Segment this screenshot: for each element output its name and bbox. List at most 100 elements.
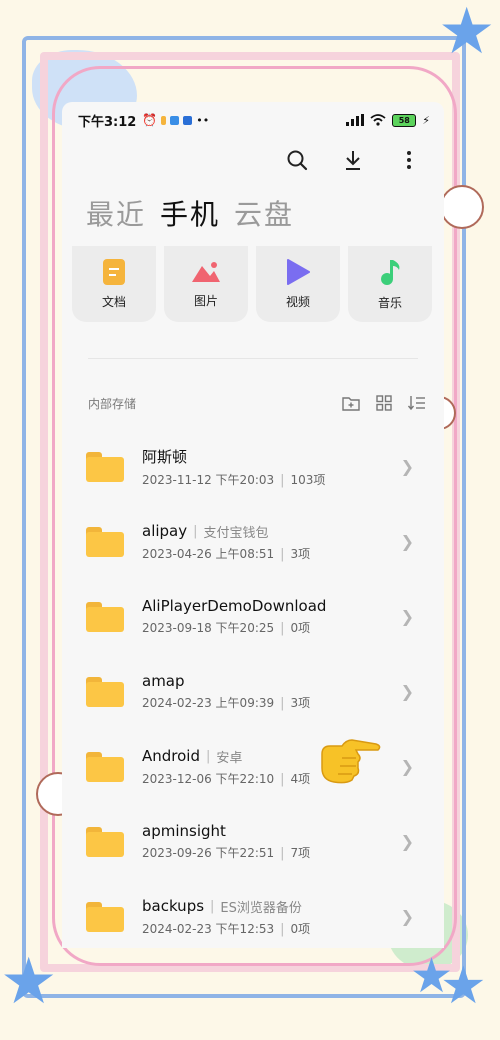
- chevron-right-icon: ❯: [400, 682, 414, 701]
- notification-icon: [170, 115, 180, 125]
- category-grid: 文档 图片 视频 音乐: [62, 246, 444, 322]
- chevron-right-icon: ❯: [400, 757, 414, 776]
- more-notifications-icon: ••: [196, 113, 210, 127]
- storage-section-header: 内部存储: [62, 393, 444, 413]
- chevron-right-icon: ❯: [400, 532, 414, 551]
- signal-icon: [346, 114, 365, 126]
- star-icon: ★: [0, 945, 58, 1019]
- download-icon[interactable]: [340, 147, 366, 173]
- document-icon: [103, 258, 125, 285]
- list-item-text: 阿斯顿 2023-11-12 下午20:03 | 103项: [142, 446, 325, 488]
- tab-cloud[interactable]: 云盘: [234, 193, 294, 233]
- folder-alias: 安卓: [216, 750, 243, 766]
- folder-icon: [86, 526, 124, 557]
- folder-name-line: apminsight: [142, 822, 310, 840]
- top-toolbar: [62, 138, 444, 182]
- divider: [88, 358, 418, 359]
- folder-name: backups: [142, 897, 205, 915]
- star-icon: ★: [438, 0, 496, 69]
- notification-icon: [161, 115, 167, 125]
- folder-name-line: 阿斯顿: [142, 446, 325, 467]
- folder-name: AliPlayerDemoDownload: [142, 597, 327, 615]
- wifi-icon: [370, 114, 386, 126]
- folder-date: 2023-04-26 上午08:51: [142, 546, 275, 561]
- folder-name: alipay: [142, 522, 188, 540]
- category-documents[interactable]: 文档: [72, 246, 156, 322]
- category-videos[interactable]: 视频: [256, 246, 340, 322]
- folder-icon: [86, 601, 124, 632]
- folder-icon: [86, 451, 124, 482]
- main-tabs: 最近 手机 云盘: [62, 182, 444, 238]
- more-icon[interactable]: [396, 147, 422, 173]
- category-music[interactable]: 音乐: [348, 246, 432, 322]
- folder-name: 阿斯顿: [142, 447, 188, 466]
- list-item[interactable]: AliPlayerDemoDownload 2023-09-18 下午20:25…: [62, 579, 444, 654]
- section-title: 内部存储: [88, 396, 137, 411]
- folder-name: Android: [142, 747, 200, 765]
- folder-meta: 2023-09-26 下午22:51 | 7项: [142, 846, 311, 861]
- notification-icons: ⏰ ••: [142, 113, 209, 127]
- folder-count: 103项: [290, 472, 326, 487]
- folder-icon: [86, 676, 124, 707]
- category-images[interactable]: 图片: [164, 246, 248, 322]
- chevron-right-icon: ❯: [400, 907, 414, 926]
- folder-alias: ES浏览器备份: [220, 900, 302, 916]
- folder-meta: 2023-11-12 下午20:03 | 103项: [142, 472, 326, 488]
- status-indicators: 58 ⚡: [346, 113, 430, 127]
- star-icon: ★: [440, 956, 487, 1016]
- chevron-right-icon: ❯: [400, 457, 414, 476]
- list-item-text: alipay | 支付宝钱包 2023-04-26 上午08:51 | 3项: [142, 522, 310, 562]
- folder-name-line: backups | ES浏览器备份: [142, 897, 302, 916]
- battery-indicator: 58: [392, 113, 417, 127]
- notification-icon: [183, 115, 193, 125]
- music-icon: [381, 259, 400, 285]
- folder-icon: [86, 751, 124, 782]
- list-item-text: amap 2024-02-23 上午09:39 | 3项: [142, 672, 310, 711]
- search-icon[interactable]: [284, 147, 310, 173]
- grid-view-icon[interactable]: [376, 395, 392, 411]
- category-label: 文档: [101, 294, 126, 309]
- section-actions: [342, 395, 426, 411]
- folder-meta: 2024-02-23 上午09:39 | 3项: [142, 696, 311, 711]
- folder-name: apminsight: [142, 822, 226, 840]
- list-item[interactable]: 阿斯顿 2023-11-12 下午20:03 | 103项 ❯: [62, 429, 444, 504]
- folder-icon: [86, 826, 124, 857]
- list-item[interactable]: backups | ES浏览器备份 2024-02-23 下午12:53 | 0项 ❯: [62, 879, 444, 948]
- folder-meta: 2023-04-26 上午08:51 | 3项: [142, 546, 311, 562]
- new-folder-icon[interactable]: [342, 395, 360, 411]
- category-label: 图片: [193, 293, 218, 308]
- folder-name-line: alipay | 支付宝钱包: [142, 522, 269, 541]
- image-icon: [192, 261, 220, 282]
- status-bar: 下午3:12 ⏰ •• 58 ⚡: [62, 102, 444, 138]
- folder-name-line: Android | 安卓: [142, 747, 243, 766]
- tab-recent[interactable]: 最近: [86, 193, 146, 233]
- list-item-text: apminsight 2023-09-26 下午22:51 | 7项: [142, 822, 310, 861]
- folder-meta: 2023-09-18 下午20:25 | 0项: [142, 621, 311, 636]
- phone-screen: 下午3:12 ⏰ •• 58 ⚡ 最近 手机 云盘 文档 图片 视频 音乐 内部…: [62, 102, 444, 948]
- list-item[interactable]: amap 2024-02-23 上午09:39 | 3项 ❯: [62, 654, 444, 729]
- folder-meta: 2023-12-06 下午22:10 | 4项: [142, 771, 311, 787]
- file-list: 阿斯顿 2023-11-12 下午20:03 | 103项 ❯ alipay | 支付宝…: [62, 429, 444, 948]
- folder-count: 4项: [290, 771, 311, 786]
- charging-icon: ⚡: [422, 113, 430, 127]
- folder-meta: 2024-02-23 下午12:53 | 0项: [142, 921, 311, 937]
- folder-date: 2023-12-06 下午22:10: [142, 771, 275, 786]
- folder-icon: [86, 901, 124, 932]
- chevron-right-icon: ❯: [400, 607, 414, 626]
- tab-phone[interactable]: 手机: [160, 193, 220, 233]
- folder-name: amap: [142, 672, 185, 690]
- category-label: 音乐: [377, 295, 402, 310]
- folder-count: 3项: [290, 546, 311, 561]
- list-item[interactable]: alipay | 支付宝钱包 2023-04-26 上午08:51 | 3项 ❯: [62, 504, 444, 579]
- list-item-text: Android | 安卓 2023-12-06 下午22:10 | 4项: [142, 747, 310, 787]
- folder-date: 2023-09-18 下午20:25: [142, 621, 275, 635]
- list-item[interactable]: Android | 安卓 2023-12-06 下午22:10 | 4项 ❯: [62, 729, 444, 804]
- folder-date: 2023-09-26 下午22:51: [142, 846, 275, 860]
- sort-icon[interactable]: [408, 395, 426, 411]
- chevron-right-icon: ❯: [400, 832, 414, 851]
- alarm-icon: ⏰: [142, 113, 158, 127]
- folder-count: 7项: [290, 846, 311, 860]
- folder-alias: 支付宝钱包: [203, 525, 269, 541]
- pointing-hand-icon: [321, 739, 381, 784]
- list-item[interactable]: apminsight 2023-09-26 下午22:51 | 7项 ❯: [62, 804, 444, 879]
